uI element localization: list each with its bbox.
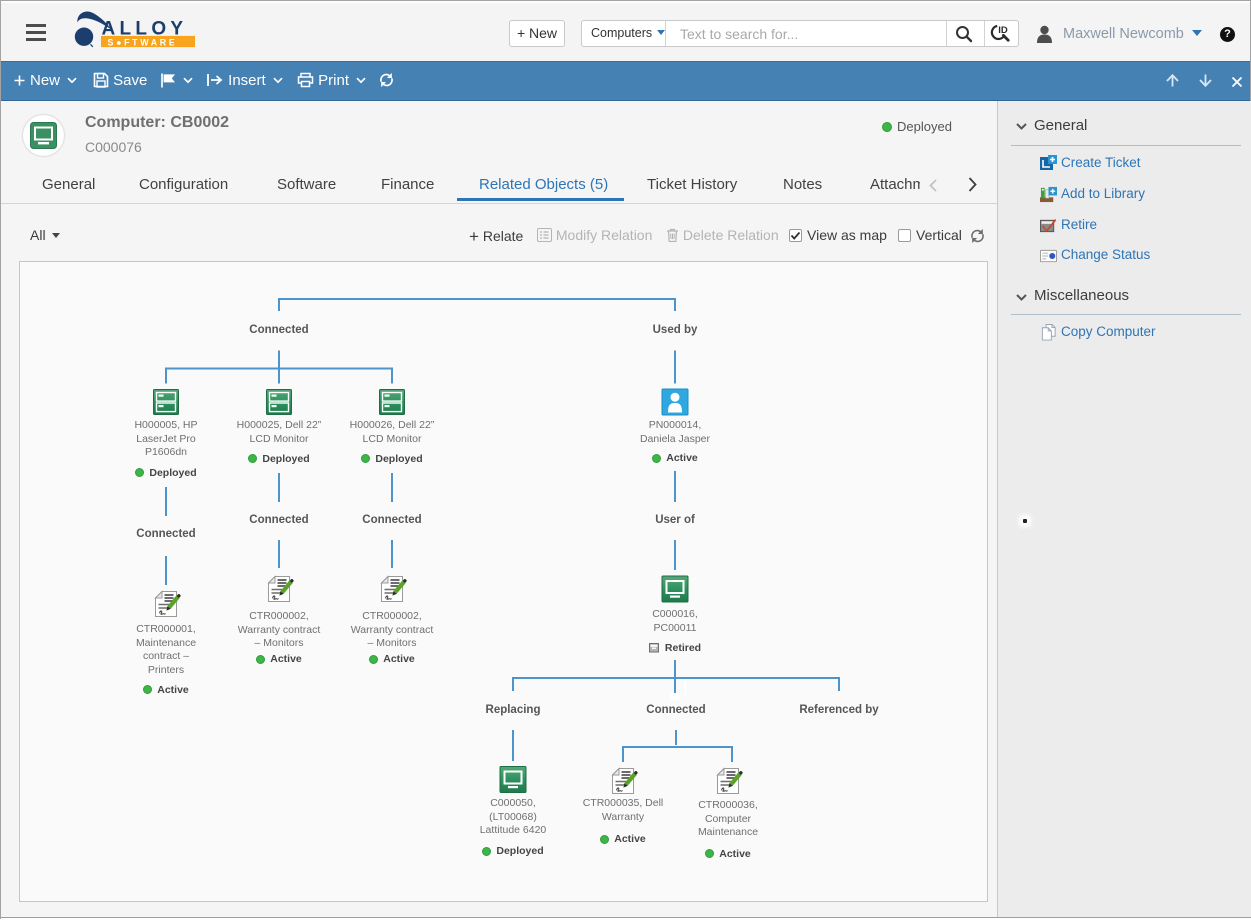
svg-text:ID: ID — [998, 25, 1008, 36]
svg-text:S●FTWARE: S●FTWARE — [108, 37, 178, 47]
